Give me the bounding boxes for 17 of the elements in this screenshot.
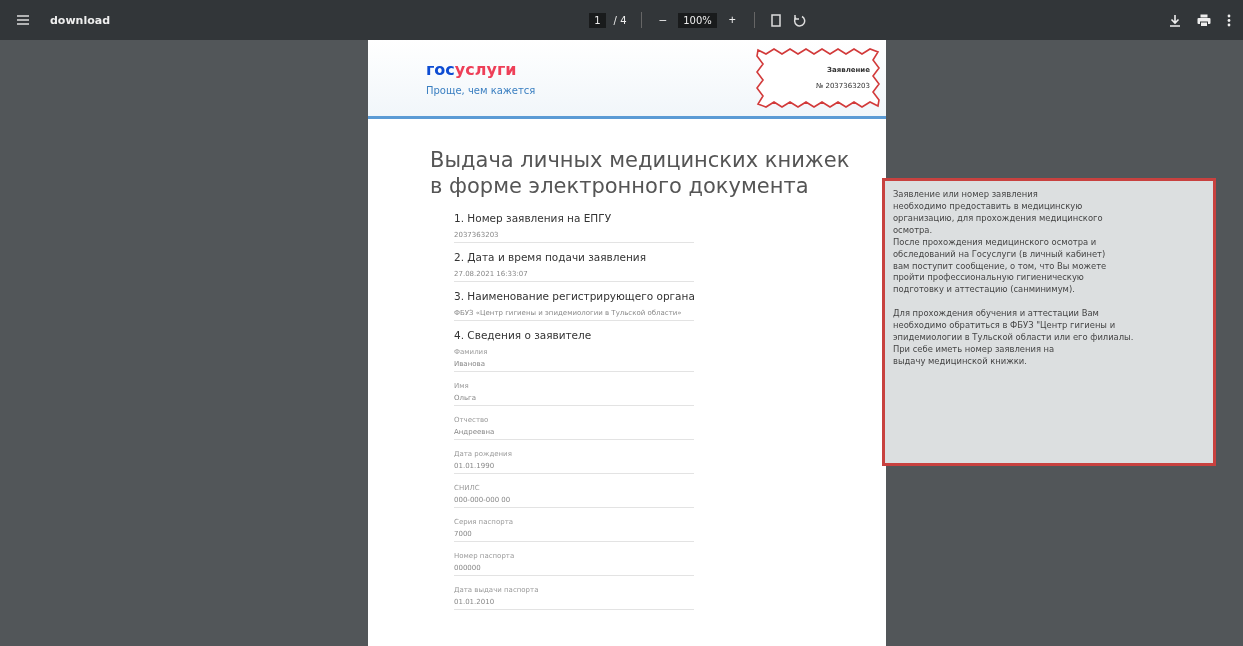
annotation-text: Для прохождения обучения и аттестации Вам необходимо обратиться в ФБУЗ "Центр гигиены и эпидемиологии в Тульской области или его филиалы. При себе иметь номер заявления на выдачу медицинской книжки. bbox=[893, 308, 1135, 368]
section-heading: 2. Дата и время подачи заявления bbox=[454, 250, 647, 263]
zoom-in-button[interactable]: + bbox=[724, 13, 740, 27]
tagline: Проще, чем кажется bbox=[426, 85, 536, 96]
annotation-text: Заявление или номер заявления необходимо предоставить в медицинскую организацию, для прохождения медицинского осмотра. После прохождения медицинского осмотра и обследований на Госуслуги (в личный кабинет) вам поступит сообщение, о том, что Вы можете пройти профессиональную гигиеническую подготовку и аттестацию (санминимум). bbox=[893, 189, 1108, 297]
document-title: Выдача личных медицинских книжек в форме электронного документа bbox=[430, 147, 850, 200]
page-total: / 4 bbox=[613, 14, 627, 26]
menu-icon[interactable] bbox=[14, 12, 32, 28]
section-heading: 3. Наименование регистрирующего органа bbox=[454, 289, 694, 302]
fit-page-icon[interactable] bbox=[768, 11, 783, 29]
zoom-field[interactable]: 100% bbox=[678, 12, 717, 28]
section-heading: 4. Сведения о заявителе bbox=[454, 328, 593, 341]
section-heading: 1. Номер заявления на ЕПГУ bbox=[454, 211, 613, 224]
zoom-out-button[interactable]: – bbox=[655, 13, 671, 27]
file-name: download bbox=[50, 13, 111, 27]
page-number-field[interactable]: 1 bbox=[589, 12, 606, 28]
logo: госуслуги bbox=[426, 60, 518, 79]
